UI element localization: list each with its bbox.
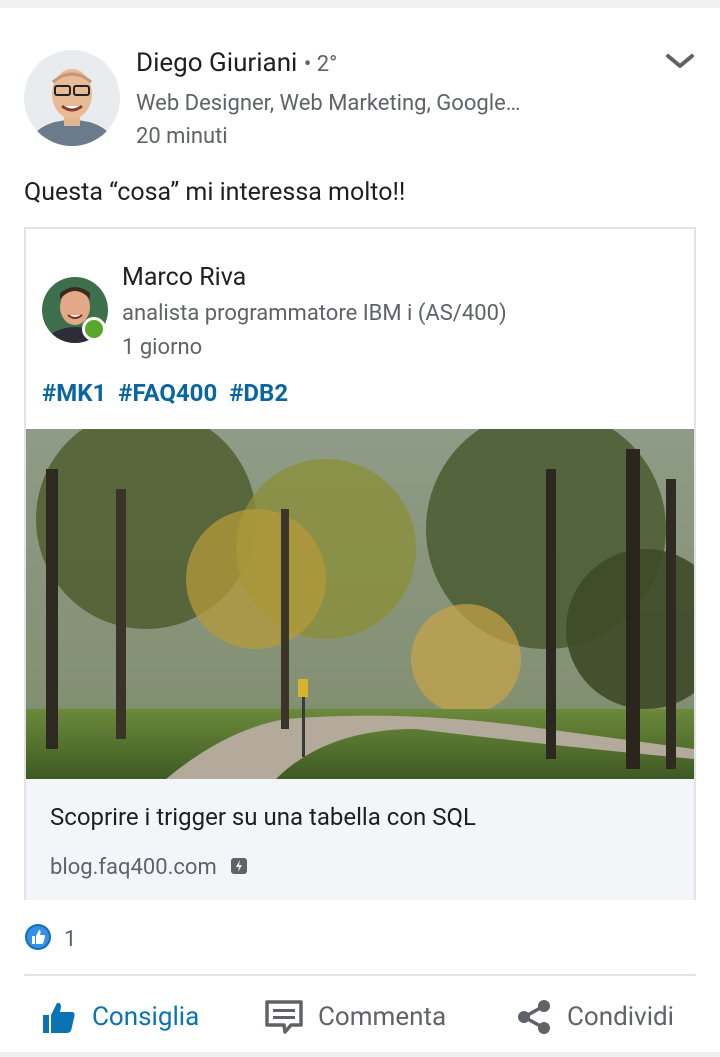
comment-button[interactable]: Commenta: [264, 998, 446, 1036]
like-button-label: Consiglia: [92, 1002, 200, 1032]
connection-degree: • 2°: [303, 52, 338, 77]
post-timestamp: 20 minuti: [136, 124, 228, 149]
chevron-down-icon[interactable]: [662, 48, 698, 78]
hashtag-list: #MK1 #FAQ400 #DB2: [42, 379, 294, 407]
post-text: Questa “cosa” mi interessa molto!!: [24, 178, 406, 207]
share-button[interactable]: Condividi: [515, 998, 674, 1036]
shared-post-timestamp: 1 giorno: [122, 335, 203, 360]
comment-icon: [265, 1000, 303, 1034]
article-image[interactable]: [26, 429, 694, 779]
reaction-summary[interactable]: 1: [24, 923, 76, 955]
author-headline: Web Designer, Web Marketing, Google…: [136, 91, 521, 116]
divider: [24, 974, 696, 976]
reaction-count: 1: [64, 926, 77, 952]
article-domain-text: blog.faq400.com: [50, 855, 217, 880]
top-separator: [0, 0, 720, 8]
comment-button-label: Commenta: [318, 1002, 447, 1032]
social-actions-bar: Consiglia Commenta Condividi: [0, 988, 720, 1054]
shared-post[interactable]: Marco Riva analista programmatore IBM i …: [24, 227, 696, 900]
like-button[interactable]: Consiglia: [40, 998, 199, 1036]
online-status-indicator: [82, 317, 106, 341]
like-icon: [24, 923, 52, 955]
hashtag-link[interactable]: #MK1: [42, 379, 106, 407]
share-icon: [518, 1000, 550, 1034]
amp-icon: [230, 856, 248, 881]
article-domain: blog.faq400.com: [50, 855, 248, 881]
shared-author-headline: analista programmatore IBM i (AS/400): [122, 301, 507, 326]
shared-author-name[interactable]: Marco Riva: [122, 263, 246, 292]
author-avatar[interactable]: [24, 50, 120, 146]
article-title[interactable]: Scoprire i trigger su una tabella con SQ…: [50, 803, 476, 831]
article-link-preview[interactable]: Scoprire i trigger su una tabella con SQ…: [26, 779, 694, 900]
share-button-label: Condividi: [567, 1002, 674, 1032]
author-name[interactable]: Diego Giuriani • 2°: [136, 48, 337, 78]
hashtag-link[interactable]: #DB2: [229, 379, 288, 407]
author-name-text[interactable]: Diego Giuriani: [136, 48, 297, 78]
hashtag-link[interactable]: #FAQ400: [118, 379, 217, 407]
feed-post-card: Diego Giuriani • 2° Web Designer, Web Ma…: [0, 8, 720, 1052]
like-icon: [43, 1002, 75, 1033]
